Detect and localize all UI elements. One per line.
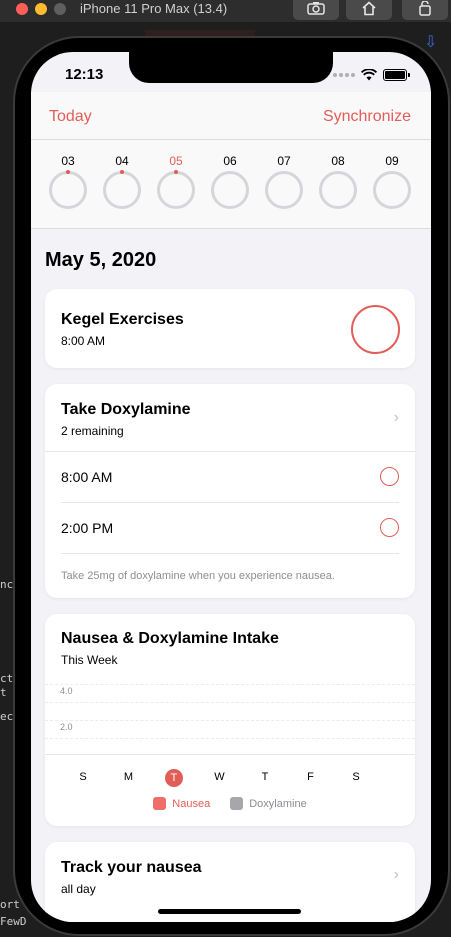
dose-checkbox[interactable]: [380, 467, 399, 486]
day-05[interactable]: 05: [156, 140, 196, 209]
task-subtitle: all day: [61, 882, 96, 896]
battery-icon: [383, 69, 410, 81]
dose-row: 8:00 AM: [61, 452, 399, 503]
y-tick-label: 4.0: [60, 686, 73, 696]
day-label: 04: [115, 154, 129, 168]
day-03[interactable]: 03: [48, 140, 88, 209]
x-tick-label: T: [261, 771, 269, 783]
legend-swatch: [153, 797, 167, 810]
day-label: 08: [331, 154, 345, 168]
iphone-screen: 12:13 Today Synchronize 03 04 05 06 07 0…: [31, 52, 431, 922]
complete-task-button[interactable]: [351, 305, 400, 354]
rotate-icon: [419, 0, 431, 16]
x-tick-label: S: [352, 771, 360, 783]
legend-item-doxylamine: Doxylamine: [230, 797, 307, 810]
task-title: Track your nausea: [61, 859, 202, 876]
progress-dot: [66, 170, 70, 174]
status-icons: [333, 69, 410, 81]
task-time: 8:00 AM: [61, 334, 106, 348]
x-tick-label: F: [307, 771, 314, 783]
navigation-bar: Today Synchronize: [31, 92, 431, 140]
close-window-button[interactable]: [16, 3, 28, 15]
day-label: 05: [169, 154, 183, 168]
chart-title: Nausea & Doxylamine Intake: [61, 630, 279, 647]
x-tick-label: T: [165, 769, 183, 787]
day-08[interactable]: 08: [318, 140, 358, 209]
chart-grid: 4.0 2.0: [45, 680, 415, 756]
legend-label: Doxylamine: [249, 797, 307, 810]
legend-item-nausea: Nausea: [153, 797, 210, 810]
home-icon: [362, 0, 376, 15]
synchronize-button[interactable]: Synchronize: [323, 108, 411, 126]
chart-x-axis: [45, 754, 415, 755]
background-code-line: nc: [0, 578, 14, 591]
x-tick-label: W: [214, 771, 225, 783]
download-arrow-icon: ⇩: [424, 34, 438, 51]
home-indicator[interactable]: [158, 909, 301, 914]
kegel-task-card: Kegel Exercises 8:00 AM: [45, 289, 415, 368]
simulator-title: iPhone 11 Pro Max (13.4): [80, 1, 228, 16]
day-label: 03: [61, 154, 75, 168]
background-code-line: FewD: [0, 915, 27, 928]
day-label: 07: [277, 154, 291, 168]
gridline: [45, 684, 415, 685]
x-tick-label: M: [123, 771, 134, 783]
day-06[interactable]: 06: [210, 140, 250, 209]
x-tick-label: S: [79, 771, 87, 783]
task-subtitle: 2 remaining: [61, 424, 124, 438]
day-progress-ring: [373, 171, 411, 209]
nausea-chart-card: Nausea & Doxylamine Intake This Week 4.0…: [45, 614, 415, 826]
home-button[interactable]: [346, 0, 392, 20]
gridline: [45, 738, 415, 739]
dose-time: 8:00 AM: [61, 469, 113, 485]
screenshot-button[interactable]: [293, 0, 339, 20]
day-progress-ring: [211, 171, 249, 209]
wifi-icon: [361, 69, 377, 81]
day-progress-ring: [157, 170, 195, 209]
day-07[interactable]: 07: [264, 140, 304, 209]
dose-row: 2:00 PM: [61, 503, 399, 554]
day-label: 06: [223, 154, 237, 168]
background-code-line: t: [0, 686, 7, 699]
legend-swatch: [230, 797, 244, 810]
day-progress-ring: [265, 171, 303, 209]
chevron-right-icon: ›: [393, 409, 399, 426]
background-code-line: ec: [0, 710, 14, 723]
dose-time: 2:00 PM: [61, 520, 114, 536]
dose-instructions: Take 25mg of doxylamine when you experie…: [61, 570, 335, 582]
dose-checkbox[interactable]: [380, 518, 399, 537]
chart-subtitle: This Week: [61, 653, 118, 667]
simulator-title-bar: iPhone 11 Pro Max (13.4): [0, 0, 451, 22]
day-label: 09: [385, 154, 399, 168]
doxylamine-task-card: Take Doxylamine 2 remaining › 8:00 AM 2:…: [45, 384, 415, 598]
weekday-labels: SMTWTFS: [45, 768, 415, 788]
zoom-window-button[interactable]: [54, 3, 66, 15]
legend-label: Nausea: [172, 797, 211, 810]
today-button[interactable]: Today: [49, 108, 92, 126]
chart-legend: Nausea Doxylamine: [45, 797, 415, 810]
cellular-signal-icon: [333, 73, 355, 77]
gridline: [45, 702, 415, 703]
progress-dot: [120, 170, 124, 174]
task-title: Kegel Exercises: [61, 311, 184, 328]
gridline: [45, 720, 415, 721]
background-code-line: ort: [0, 898, 20, 911]
status-time: 12:13: [65, 66, 104, 83]
screenshot-icon: [307, 2, 325, 15]
day-progress-ring: [319, 171, 357, 209]
day-progress-ring: [49, 170, 87, 209]
date-heading: May 5, 2020: [45, 249, 157, 271]
progress-dot: [174, 170, 178, 174]
day-04[interactable]: 04: [102, 140, 142, 209]
week-selector: 03 04 05 06 07 08 09: [31, 140, 431, 229]
chevron-right-icon: ›: [393, 866, 399, 883]
rotate-button[interactable]: [402, 0, 448, 20]
y-tick-label: 2.0: [60, 722, 73, 732]
doxylamine-header[interactable]: Take Doxylamine 2 remaining ›: [45, 384, 415, 452]
minimize-window-button[interactable]: [35, 3, 47, 15]
notch: [129, 52, 333, 83]
day-progress-ring: [103, 170, 141, 209]
day-09[interactable]: 09: [372, 140, 412, 209]
task-title: Take Doxylamine: [61, 401, 191, 418]
